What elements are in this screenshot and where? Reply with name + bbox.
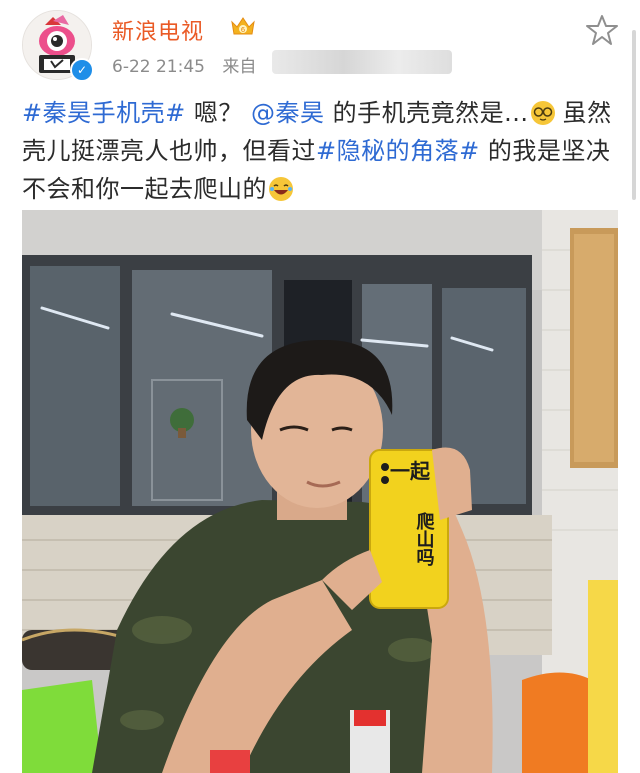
phone-case-text-top: 一起: [390, 459, 431, 483]
scrollbar[interactable]: [632, 30, 636, 200]
author-name[interactable]: 新浪电视: [112, 14, 204, 46]
post-meta: 6-22 21:45 来自: [112, 52, 256, 77]
blurred-source: [272, 50, 452, 74]
source-label: 来自: [222, 57, 257, 77]
laugh-emoji-icon: [269, 177, 293, 201]
verified-badge-icon: ✓: [70, 58, 94, 82]
post-header: ✓ 新浪电视 6 6-22 21:45 来自: [0, 0, 640, 88]
glasses-emoji-icon: [530, 101, 555, 125]
phone-case-text-side: 爬山吗: [414, 511, 435, 566]
topic-link[interactable]: #秦昊手机壳#: [22, 99, 186, 127]
photo-illustration: 一起 爬山吗: [22, 210, 618, 773]
topic-link[interactable]: #隐秘的角落#: [316, 137, 480, 165]
mention-link[interactable]: @秦昊: [251, 99, 325, 127]
vip-crown-icon[interactable]: 6: [230, 14, 256, 38]
post-photo[interactable]: 一起 爬山吗: [22, 210, 618, 773]
svg-text:6: 6: [241, 26, 246, 34]
favorite-star-icon[interactable]: [584, 12, 620, 48]
post-text: #秦昊手机壳# 嗯？ @秦昊 的手机壳竟然是... 虽然壳儿挺漂亮人也帅，但看过…: [22, 99, 612, 203]
post-time[interactable]: 6-22 21:45: [112, 57, 205, 77]
